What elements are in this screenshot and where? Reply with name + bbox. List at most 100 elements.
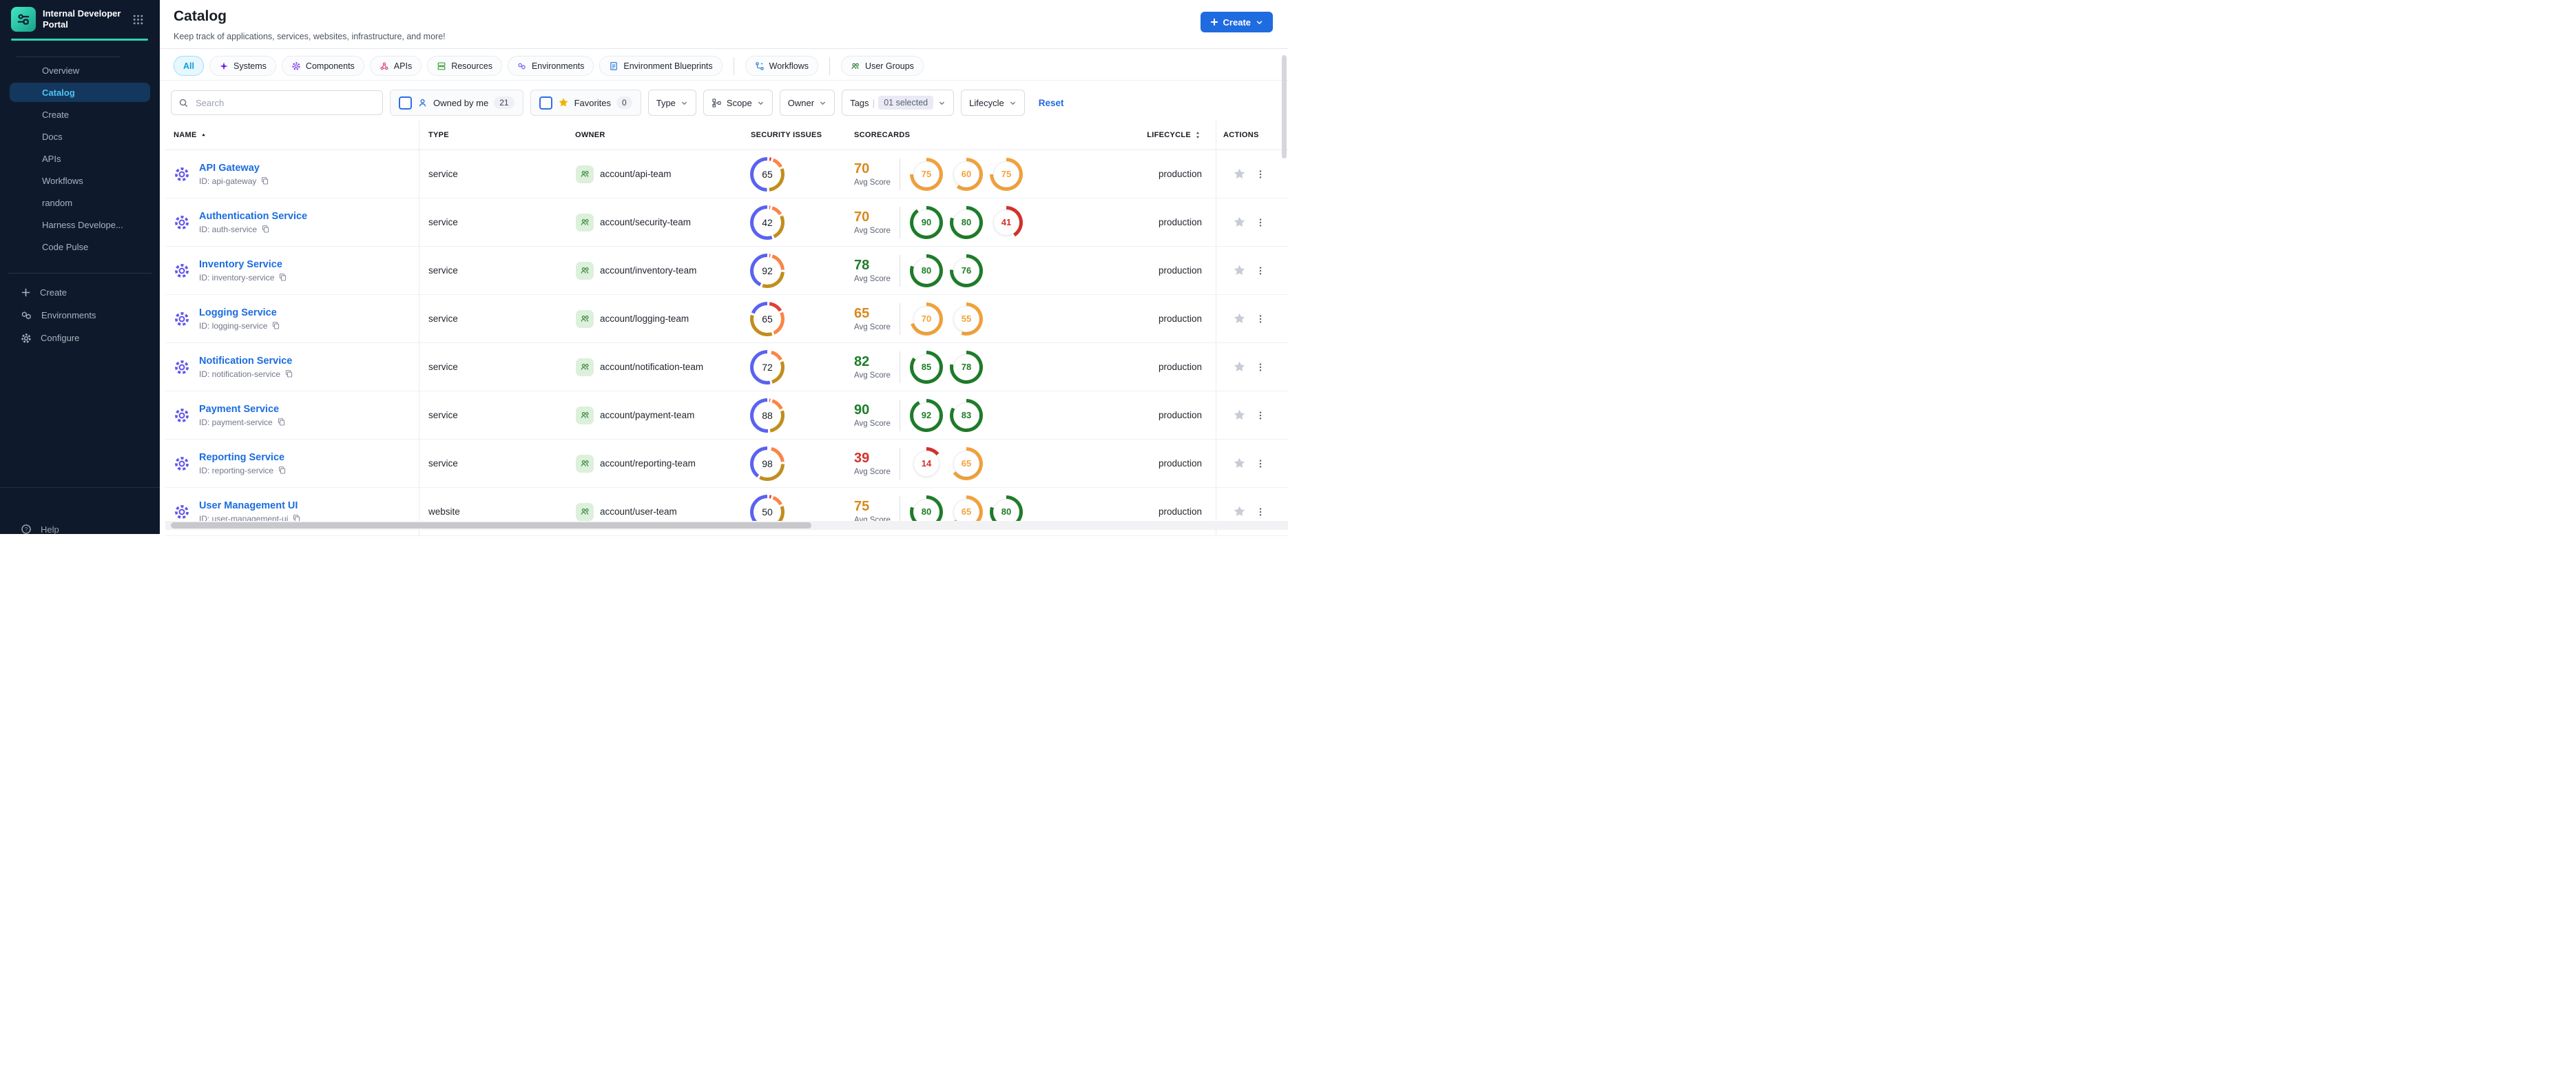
tab-environment-blueprints[interactable]: Environment Blueprints — [599, 56, 723, 76]
security-issues-donut[interactable]: 98 — [750, 446, 785, 481]
column-header-security-issues[interactable]: SECURITY ISSUES — [742, 121, 845, 150]
sidebar-item-docs[interactable]: Docs — [0, 125, 160, 147]
owned-by-me-filter[interactable]: Owned by me 21 — [390, 90, 523, 116]
search-input[interactable] — [194, 96, 375, 109]
scorecard-ring[interactable]: 85 — [910, 350, 943, 384]
entity-name-link[interactable]: Reporting Service — [199, 452, 287, 463]
kebab-menu-icon[interactable] — [1256, 314, 1265, 324]
copy-icon[interactable] — [278, 273, 287, 282]
scorecard-ring[interactable]: 41 — [990, 205, 1023, 239]
sidebar-item-overview[interactable]: Overview — [0, 59, 160, 81]
tab-apis[interactable]: APIs — [369, 56, 422, 76]
favorite-star-icon[interactable] — [1233, 457, 1246, 470]
scorecard-ring[interactable]: 14 — [910, 446, 943, 480]
favorites-checkbox[interactable] — [539, 96, 552, 110]
lifecycle-dropdown[interactable]: Lifecycle — [961, 90, 1025, 116]
sidebar-item-environments[interactable]: Environments — [0, 304, 160, 327]
kebab-menu-icon[interactable] — [1256, 218, 1265, 227]
reset-filters-link[interactable]: Reset — [1039, 98, 1064, 108]
favorite-star-icon[interactable] — [1233, 312, 1246, 325]
scorecard-ring[interactable]: 60 — [950, 157, 983, 191]
tab-components[interactable]: Components — [281, 56, 364, 76]
type-dropdown[interactable]: Type — [647, 90, 696, 116]
scorecard-ring[interactable]: 76 — [950, 254, 983, 287]
copy-icon[interactable] — [261, 225, 270, 234]
kebab-menu-icon[interactable] — [1256, 411, 1265, 420]
tags-dropdown[interactable]: Tags | 01 selected — [842, 90, 955, 116]
scorecard-ring[interactable]: 78 — [950, 350, 983, 384]
scope-dropdown[interactable]: Scope — [703, 90, 773, 116]
scorecard-ring[interactable]: 80 — [910, 254, 943, 287]
security-issues-donut[interactable]: 42 — [750, 205, 785, 240]
sidebar-item-help[interactable]: ? Help — [21, 524, 59, 535]
entity-name-link[interactable]: User Management UI — [199, 500, 301, 511]
sidebar-item-harness-develope-[interactable]: Harness Develope... — [0, 214, 160, 236]
scorecard-ring[interactable]: 65 — [950, 446, 983, 480]
favorite-star-icon[interactable] — [1233, 264, 1246, 277]
security-issues-donut[interactable]: 65 — [750, 156, 785, 192]
owner-value[interactable]: account/api-team — [600, 169, 672, 179]
scorecard-ring[interactable]: 80 — [950, 205, 983, 239]
owned-by-me-checkbox[interactable] — [399, 96, 412, 110]
favorite-star-icon[interactable] — [1233, 216, 1246, 229]
copy-icon[interactable] — [260, 176, 269, 185]
owner-value[interactable]: account/inventory-team — [600, 265, 696, 276]
horizontal-scrollbar[interactable] — [165, 521, 1288, 530]
sidebar-item-create[interactable]: Create — [0, 103, 160, 125]
tab-user-groups[interactable]: User Groups — [841, 56, 924, 76]
entity-name-link[interactable]: Notification Service — [199, 356, 293, 367]
favorite-star-icon[interactable] — [1233, 167, 1246, 181]
tab-workflows[interactable]: Workflows — [745, 56, 819, 76]
kebab-menu-icon[interactable] — [1256, 266, 1265, 276]
security-issues-donut[interactable]: 65 — [750, 301, 785, 336]
kebab-menu-icon[interactable] — [1256, 362, 1265, 372]
favorites-filter[interactable]: Favorites 0 — [530, 90, 641, 116]
scorecard-ring[interactable]: 75 — [910, 157, 943, 191]
favorite-star-icon[interactable] — [1233, 409, 1246, 422]
entity-name-link[interactable]: Logging Service — [199, 307, 280, 318]
sidebar-item-workflows[interactable]: Workflows — [0, 170, 160, 192]
sidebar-item-random[interactable]: random — [0, 192, 160, 214]
owner-value[interactable]: account/security-team — [600, 217, 691, 227]
scorecard-ring[interactable]: 70 — [910, 302, 943, 336]
sidebar-item-code-pulse[interactable]: Code Pulse — [0, 236, 160, 258]
owner-value[interactable]: account/reporting-team — [600, 458, 696, 469]
tab-environments[interactable]: Environments — [507, 56, 594, 76]
favorite-star-icon[interactable] — [1233, 505, 1246, 518]
owner-value[interactable]: account/payment-team — [600, 410, 694, 420]
tab-all[interactable]: All — [174, 56, 204, 76]
owner-value[interactable]: account/notification-team — [600, 362, 703, 372]
tab-systems[interactable]: Systems — [209, 56, 276, 76]
kebab-menu-icon[interactable] — [1256, 170, 1265, 179]
scorecard-ring[interactable]: 75 — [990, 157, 1023, 191]
security-issues-donut[interactable]: 92 — [750, 253, 785, 288]
column-header-lifecycle[interactable]: LIFECYCLE — [1093, 121, 1216, 150]
scorecard-ring[interactable]: 55 — [950, 302, 983, 336]
sidebar-item-apis[interactable]: APIs — [0, 147, 160, 170]
owner-value[interactable]: account/user-team — [600, 506, 677, 517]
kebab-menu-icon[interactable] — [1256, 459, 1265, 469]
security-issues-donut[interactable]: 72 — [750, 349, 785, 384]
vertical-scrollbar-thumb[interactable] — [1282, 55, 1287, 158]
column-header-owner[interactable]: OWNER — [566, 121, 742, 150]
copy-icon[interactable] — [271, 321, 280, 330]
favorite-star-icon[interactable] — [1233, 360, 1246, 373]
vertical-scrollbar[interactable] — [1282, 50, 1287, 534]
scorecard-ring[interactable]: 83 — [950, 398, 983, 432]
column-header-scorecards[interactable]: SCORECARDS — [845, 121, 1093, 150]
horizontal-scrollbar-thumb[interactable] — [171, 522, 811, 528]
scorecard-ring[interactable]: 92 — [910, 398, 943, 432]
copy-icon[interactable] — [284, 369, 293, 378]
scorecard-ring[interactable]: 90 — [910, 205, 943, 239]
kebab-menu-icon[interactable] — [1256, 507, 1265, 517]
sidebar-item-create[interactable]: Create — [0, 281, 160, 304]
sidebar-item-catalog[interactable]: Catalog — [10, 83, 150, 102]
column-header-name[interactable]: NAME — [165, 121, 419, 150]
owner-dropdown[interactable]: Owner — [779, 90, 835, 116]
entity-name-link[interactable]: Inventory Service — [199, 259, 287, 270]
column-header-actions[interactable]: ACTIONS — [1216, 121, 1288, 150]
owner-value[interactable]: account/logging-team — [600, 314, 689, 324]
entity-name-link[interactable]: API Gateway — [199, 163, 269, 174]
sidebar-item-configure[interactable]: Configure — [0, 327, 160, 349]
entity-name-link[interactable]: Authentication Service — [199, 211, 307, 222]
